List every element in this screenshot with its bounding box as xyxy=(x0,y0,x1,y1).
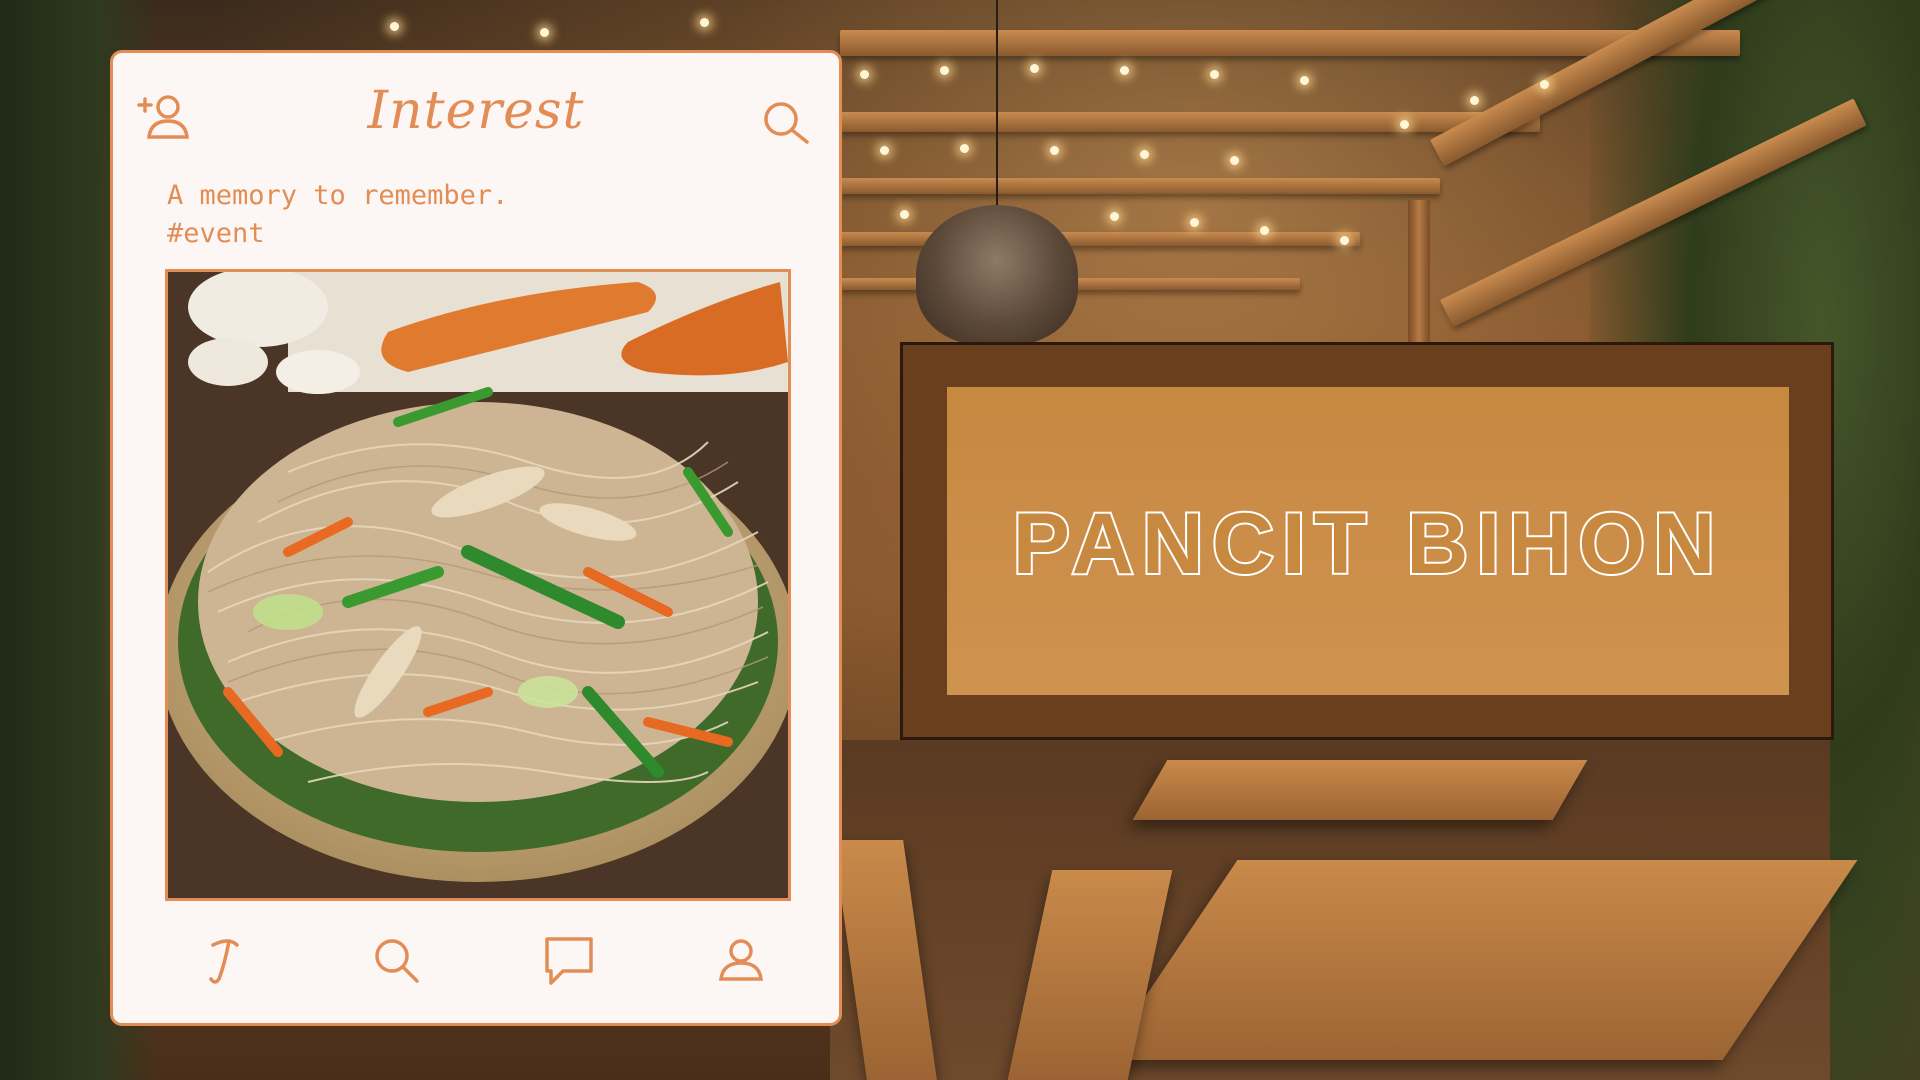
string-light xyxy=(540,28,549,37)
string-light xyxy=(960,144,969,153)
caption-hashtag[interactable]: #event xyxy=(167,215,508,253)
bottom-nav xyxy=(113,915,839,1005)
string-light xyxy=(1030,64,1039,73)
phone-header: Interest xyxy=(113,53,839,183)
string-light xyxy=(1260,226,1269,235)
caption-text: A memory to remember. xyxy=(167,180,509,211)
post-photo-pancit-bihon xyxy=(165,269,791,901)
dish-title: PANCIT BIHON xyxy=(1011,494,1724,594)
string-light xyxy=(1300,76,1309,85)
pergola-beam xyxy=(840,112,1540,132)
chat-icon[interactable] xyxy=(541,933,597,989)
title-banner-panel: PANCIT BIHON xyxy=(947,387,1789,695)
string-light xyxy=(1230,156,1239,165)
search-icon[interactable] xyxy=(759,97,813,147)
phone-post-card: Interest A memory to remember. #event xyxy=(110,50,842,1026)
title-banner: PANCIT BIHON xyxy=(900,342,1834,740)
string-light xyxy=(900,210,909,219)
string-light xyxy=(1120,66,1129,75)
string-light xyxy=(700,18,709,27)
string-light xyxy=(860,70,869,79)
post-caption: A memory to remember. #event xyxy=(167,177,508,253)
profile-icon[interactable] xyxy=(713,933,769,989)
string-light xyxy=(940,66,949,75)
string-light xyxy=(880,146,889,155)
string-light xyxy=(390,22,399,31)
string-light xyxy=(1210,70,1219,79)
string-light xyxy=(1110,212,1119,221)
pergola-beam xyxy=(840,178,1440,194)
string-light xyxy=(1050,146,1059,155)
pergola-beam xyxy=(840,232,1360,246)
string-light xyxy=(1470,96,1479,105)
string-light xyxy=(1340,236,1349,245)
string-light xyxy=(1540,80,1549,89)
wooden-table xyxy=(1132,760,1588,820)
pendant-lamp xyxy=(916,205,1078,345)
string-light xyxy=(1400,120,1409,129)
home-logo-icon[interactable] xyxy=(199,933,255,989)
app-title: Interest xyxy=(367,81,585,141)
string-light xyxy=(1190,218,1199,227)
pendant-lamp-cord xyxy=(996,0,998,210)
search-icon[interactable] xyxy=(369,933,425,989)
string-light xyxy=(1140,150,1149,159)
